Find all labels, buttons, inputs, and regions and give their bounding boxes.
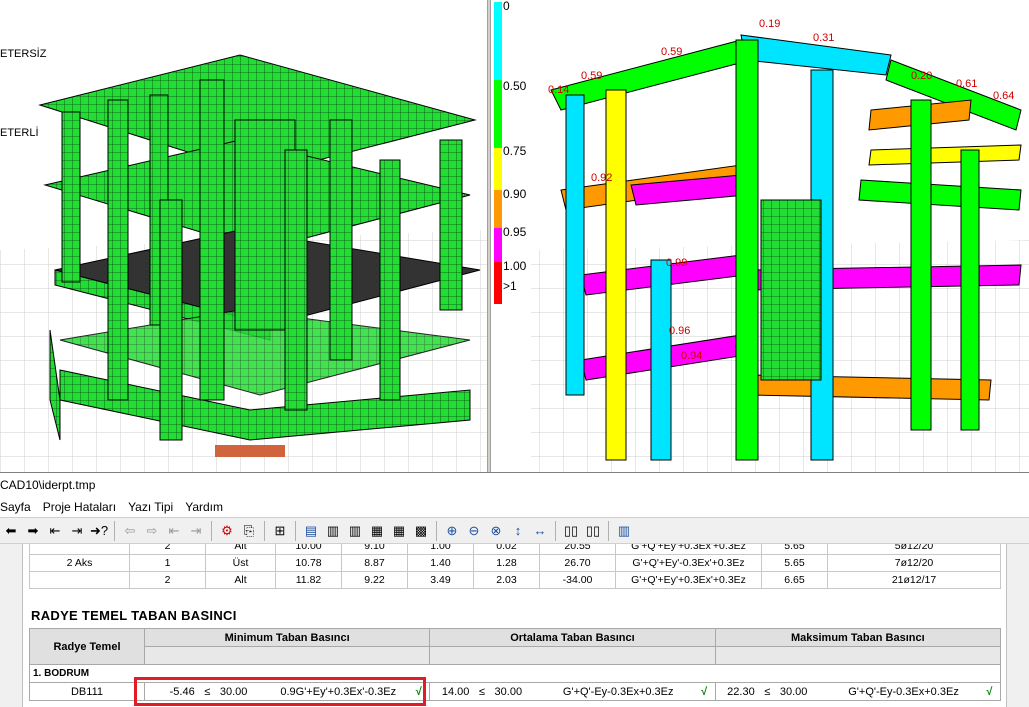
first-page-icon[interactable]: ⇤ bbox=[44, 520, 66, 542]
arrow-right-icon[interactable]: ➡ bbox=[22, 520, 44, 542]
zoom-fit-icon[interactable]: ⊗ bbox=[485, 520, 507, 542]
exit-icon[interactable]: ⎘ bbox=[238, 520, 260, 542]
page-view-icon[interactable]: ▤ bbox=[300, 520, 322, 542]
legend-swatch-cyan bbox=[494, 2, 502, 80]
status-label-insufficient: ETERSİZ bbox=[0, 48, 47, 60]
col-header-min: Minimum Taban Basıncı bbox=[143, 628, 431, 647]
menu-yazi-tipi[interactable]: Yazı Tipi bbox=[128, 500, 179, 514]
settings-icon[interactable]: ⚙ bbox=[216, 520, 238, 542]
multipage-icon[interactable]: ▯▯ bbox=[582, 520, 604, 542]
report-window: CAD10\iderpt.tmp Sayfa Proje Hataları Ya… bbox=[0, 472, 1029, 707]
report-document[interactable]: 2 Alt 10.00 9.10 1.00 0.02 20.55 G'+Q'+E… bbox=[22, 544, 1007, 707]
table-row: 2 Aks 1 Üst 10.78 8.87 1.40 1.28 26.70 G… bbox=[29, 554, 1001, 572]
ratio-legend: 0 0.50 0.75 0.90 0.95 1.00 >1 bbox=[491, 0, 531, 310]
first-disabled-icon[interactable]: ⇤ bbox=[163, 520, 185, 542]
left-structure-model bbox=[0, 54, 487, 472]
arrow-right-disabled-icon[interactable]: ⇨ bbox=[141, 520, 163, 542]
menu-sayfa[interactable]: Sayfa bbox=[0, 500, 37, 514]
col-header-max: Maksimum Taban Basıncı bbox=[714, 628, 1002, 647]
app-window: ETERSİZ ETERLİ 0.19 0.31 0.59 0.14 0.59 … bbox=[0, 0, 1029, 707]
legend-swatch-yellow bbox=[494, 148, 502, 190]
report-toolbar: ⬅ ➡ ⇤ ⇥ ➜? ⇦ ⇨ ⇤ ⇥ ⚙ ⎘ ⊞ ▤ ▥ ▥ ▦ ▦ ▩ ⊕ ⊖… bbox=[0, 517, 1029, 544]
table-icon[interactable]: ▦ bbox=[388, 520, 410, 542]
page-right-icon[interactable]: ▥ bbox=[344, 520, 366, 542]
legend-label: >1 bbox=[503, 279, 517, 293]
left-3d-viewport[interactable]: ETERSİZ ETERLİ bbox=[0, 0, 487, 472]
status-label-sufficient: ETERLİ bbox=[0, 127, 39, 139]
legend-label: 0.95 bbox=[503, 225, 527, 239]
legend-swatch-green bbox=[494, 80, 502, 148]
check-icon: √ bbox=[412, 682, 431, 701]
legend-swatch-red bbox=[494, 262, 502, 304]
legend-label: 1.00 bbox=[503, 259, 527, 273]
page-left-icon[interactable]: ▥ bbox=[322, 520, 344, 542]
raft-name: DB111 bbox=[29, 682, 145, 701]
right-3d-viewport[interactable]: 0.19 0.31 0.59 0.14 0.59 0.20 0.61 0.64 … bbox=[491, 0, 1029, 472]
page-header-icon[interactable]: ▦ bbox=[366, 520, 388, 542]
zoom-out-icon[interactable]: ⊖ bbox=[463, 520, 485, 542]
menu-bar: Sayfa Proje Hataları Yazı Tipi Yardım bbox=[0, 497, 1029, 517]
columns-icon[interactable]: ▯▯ bbox=[560, 520, 582, 542]
tree-icon[interactable]: ⊞ bbox=[269, 520, 291, 542]
legend-label: 0.90 bbox=[503, 187, 527, 201]
arrow-left-icon[interactable]: ⬅ bbox=[0, 520, 22, 542]
check-icon: √ bbox=[698, 682, 716, 701]
raft-pressure-table: Radye Temel Minimum Taban Basıncı Ortala… bbox=[29, 628, 1002, 701]
legend-label: 0 bbox=[503, 0, 510, 13]
col-header-raft: Radye Temel bbox=[29, 628, 145, 665]
vertical-scrollbar[interactable] bbox=[1007, 544, 1029, 707]
footing-strip bbox=[215, 445, 285, 457]
grid-icon[interactable]: ▩ bbox=[410, 520, 432, 542]
last-disabled-icon[interactable]: ⇥ bbox=[185, 520, 207, 542]
table-row: 2 Alt 11.82 9.22 3.49 2.03 -34.00 G'+Q'+… bbox=[29, 571, 1001, 589]
zoom-in-icon[interactable]: ⊕ bbox=[441, 520, 463, 542]
col-header-avg: Ortalama Taban Basıncı bbox=[429, 628, 716, 647]
legend-label: 0.50 bbox=[503, 79, 527, 93]
goto-page-icon[interactable]: ➜? bbox=[88, 520, 110, 542]
fit-height-icon[interactable]: ↕ bbox=[507, 520, 529, 542]
last-page-icon[interactable]: ⇥ bbox=[66, 520, 88, 542]
legend-swatch-orange bbox=[494, 190, 502, 228]
right-structure-model bbox=[531, 34, 1029, 472]
print-icon[interactable]: ▥ bbox=[613, 520, 635, 542]
report-title: CAD10\iderpt.tmp bbox=[0, 473, 1029, 497]
raft-pressure-title: RADYE TEMEL TABAN BASINCI bbox=[31, 608, 237, 623]
table-row: 2 Alt 10.00 9.10 1.00 0.02 20.55 G'+Q'+E… bbox=[29, 544, 1001, 555]
fit-width-icon[interactable]: ↔ bbox=[529, 520, 551, 542]
left-gutter bbox=[0, 544, 22, 707]
table-row: DB111 -5.46 ≤ 30.00 0.9G'+Ey'+0.3Ex'-0.3… bbox=[29, 682, 1002, 701]
menu-yardim[interactable]: Yardım bbox=[185, 500, 229, 514]
menu-proje-hatalari[interactable]: Proje Hataları bbox=[43, 500, 122, 514]
legend-label: 0.75 bbox=[503, 144, 527, 158]
section-label: 1. BODRUM bbox=[29, 664, 1001, 683]
arrow-left-disabled-icon[interactable]: ⇦ bbox=[119, 520, 141, 542]
check-icon: √ bbox=[983, 682, 1002, 701]
legend-swatch-magenta bbox=[494, 228, 502, 262]
prev-results-table: 2 Alt 10.00 9.10 1.00 0.02 20.55 G'+Q'+E… bbox=[29, 544, 1001, 589]
